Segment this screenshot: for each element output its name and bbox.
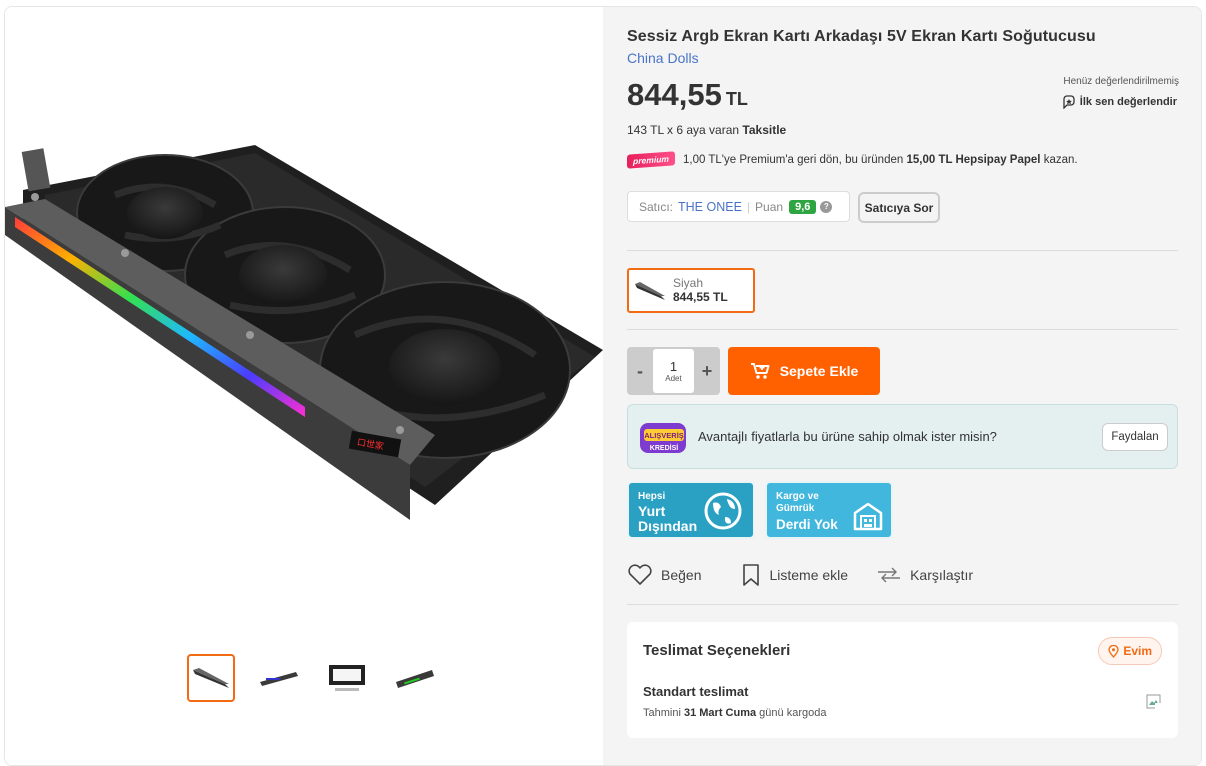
ask-seller-button[interactable]: Satıcıya Sor xyxy=(858,192,940,223)
quantity-unit: Adet xyxy=(665,374,682,383)
delivery-date-suffix: günü kargoda xyxy=(759,707,827,719)
product-title: Sessiz Argb Ekran Kartı Arkadaşı 5V Ekra… xyxy=(627,28,1096,45)
credit-logo-top: ALIŞVERİŞ xyxy=(644,431,684,440)
increase-button[interactable]: + xyxy=(694,347,720,395)
shopping-credit-logo: ALIŞVERİŞ KREDİSİ xyxy=(640,423,686,453)
quantity-field[interactable]: 1 Adet xyxy=(653,349,694,393)
tile1-big1: Yurt xyxy=(638,503,666,519)
delivery-date: 31 Mart Cuma xyxy=(683,707,757,719)
variant-thumbnail xyxy=(635,281,665,300)
seller-name-link[interactable]: THE ONEE xyxy=(678,200,742,214)
premium-text-bold: 15,00 TL Hepsipay Papel xyxy=(906,154,1041,166)
review-icon xyxy=(1063,95,1075,109)
seller-separator: | xyxy=(746,199,751,214)
tile1-big2: Dışından xyxy=(638,518,698,534)
add-to-list-button[interactable]: Listeme ekle xyxy=(741,563,848,587)
hepsi-global-tile[interactable]: Hepsi Yurt Dışından xyxy=(627,481,755,539)
like-button[interactable]: Beğen xyxy=(627,564,701,586)
premium-badge: premium xyxy=(627,151,675,169)
broken-image-icon xyxy=(1146,694,1161,709)
divider xyxy=(627,250,1178,251)
premium-text-a: 1,00 TL'ye Premium'a geri dön, bu üründe… xyxy=(683,154,904,166)
variant-name: Siyah xyxy=(673,276,704,290)
premium-promo: premium 1,00 TL'ye Premium'a geri dön, b… xyxy=(627,151,1078,169)
quantity-value: 1 xyxy=(669,359,678,374)
premium-text-b: kazan. xyxy=(1043,154,1078,166)
delivery-title: Teslimat Seçenekleri xyxy=(643,642,791,659)
delivery-date-prefix: Tahmini xyxy=(643,707,681,719)
tile2-small1: Kargo ve xyxy=(776,491,819,502)
credit-apply-button[interactable]: Faydalan xyxy=(1102,423,1168,451)
location-selector[interactable]: Evim xyxy=(1098,637,1162,665)
brand-link[interactable]: China Dolls xyxy=(627,50,699,66)
product-gallery: 口世家 xyxy=(5,7,605,765)
delivery-options-card: Teslimat Seçenekleri Evim Standart tesli… xyxy=(627,622,1178,738)
location-label: Evim xyxy=(1123,644,1152,658)
tile1-small: Hepsi xyxy=(638,491,666,502)
installment-label: Taksitle xyxy=(742,123,787,137)
decrease-button[interactable]: - xyxy=(627,347,653,395)
cart-icon xyxy=(750,363,770,379)
premium-text: 1,00 TL'ye Premium'a geri dön, bu üründe… xyxy=(683,154,1078,166)
rate-first-link[interactable]: İlk sen değerlendir xyxy=(1062,95,1177,109)
like-label: Beğen xyxy=(661,567,702,583)
delivery-estimate: Tahmini 31 Mart Cuma günü kargoda xyxy=(643,707,826,719)
credit-logo-bottom: KREDİSİ xyxy=(650,444,678,452)
tile2-big: Derdi Yok xyxy=(776,517,838,532)
product-info-panel: Sessiz Argb Ekran Kartı Arkadaşı 5V Ekra… xyxy=(603,7,1201,765)
price-currency: TL xyxy=(725,89,748,109)
add-to-list-label: Listeme ekle xyxy=(769,567,849,583)
add-to-cart-button[interactable]: Sepete Ekle xyxy=(728,347,880,395)
globe-icon xyxy=(704,492,742,530)
price: 844,55 TL xyxy=(627,77,748,113)
add-to-cart-label: Sepete Ekle xyxy=(779,363,859,379)
shopping-credit-banner: ALIŞVERİŞ KREDİSİ Avantajlı fiyatlarla b… xyxy=(627,404,1178,469)
product-image[interactable]: 口世家 xyxy=(5,135,605,535)
thumbnail-1[interactable] xyxy=(187,654,235,702)
bookmark-icon xyxy=(743,564,760,586)
heart-icon xyxy=(628,564,652,585)
variant-text: Siyah 844,55 TL xyxy=(673,276,728,305)
action-links: Beğen Listeme ekle Karşılaştır xyxy=(627,563,1001,587)
credit-text: Avantajlı fiyatlarla bu ürüne sahip olma… xyxy=(698,429,997,444)
installment-prefix: 143 TL x 6 aya varan xyxy=(627,123,740,137)
quantity-stepper: - 1 Adet + xyxy=(627,347,720,395)
product-page: 口世家 Sessiz Argb Ekran Kartı Arkadaşı 5V … xyxy=(4,6,1202,766)
thumbnail-4[interactable] xyxy=(391,654,439,702)
warehouse-icon xyxy=(853,502,883,531)
divider xyxy=(627,329,1178,330)
variant-price: 844,55 TL xyxy=(673,290,728,304)
rating-status: Henüz değerlendirilmemiş xyxy=(1063,76,1179,87)
seller-score-label: Puan xyxy=(755,199,784,214)
compare-icon xyxy=(878,567,901,583)
seller-label: Satıcı: xyxy=(639,199,674,214)
seller-box: Satıcı: THE ONEE | Puan 9,6 ? xyxy=(627,191,850,222)
seller-score-badge: 9,6 xyxy=(789,199,817,214)
divider xyxy=(627,604,1178,605)
thumbnail-2[interactable] xyxy=(255,654,303,702)
thumbnail-3[interactable] xyxy=(323,654,371,702)
delivery-option-name: Standart teslimat xyxy=(643,684,749,699)
customs-free-tile[interactable]: Kargo ve Gümrük Derdi Yok xyxy=(765,481,893,539)
installment-info: 143 TL x 6 aya varan Taksitle xyxy=(627,123,786,137)
location-pin-icon xyxy=(1108,644,1119,658)
thumbnail-strip xyxy=(187,654,439,702)
compare-button[interactable]: Karşılaştır xyxy=(876,567,973,583)
rate-first-label: İlk sen değerlendir xyxy=(1079,96,1177,108)
help-icon[interactable]: ? xyxy=(820,200,833,213)
compare-label: Karşılaştır xyxy=(910,567,974,583)
tile2-small2: Gümrük xyxy=(776,503,815,514)
variant-option-selected[interactable]: Siyah 844,55 TL xyxy=(627,268,755,313)
price-value: 844,55 xyxy=(627,77,722,112)
